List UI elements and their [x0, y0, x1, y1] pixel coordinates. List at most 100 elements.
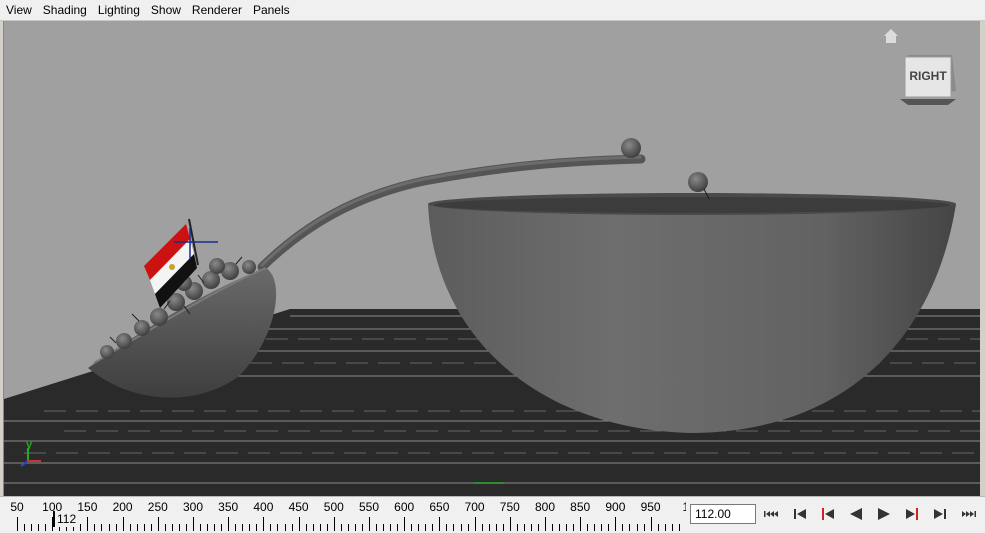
timeline-tick: [94, 524, 95, 531]
timeline-tick: [362, 524, 363, 531]
timeline-tick-label: 200: [113, 500, 133, 514]
current-frame-field[interactable]: [690, 504, 756, 524]
step-forward-frame-button[interactable]: [900, 503, 924, 525]
timeline-tick: [101, 524, 102, 531]
timeline-tick: [482, 524, 483, 531]
timeline-tick: [651, 517, 652, 531]
timeline-tick-label: 900: [605, 500, 625, 514]
timeline-tick-label: 400: [253, 500, 273, 514]
timeline-tick: [306, 524, 307, 531]
timeline-tick: [573, 524, 574, 531]
timeline-tick: [580, 517, 581, 531]
play-forward-button[interactable]: [872, 503, 896, 525]
step-back-key-button[interactable]: [788, 503, 812, 525]
timeline-tick: [397, 524, 398, 531]
timeline-tick: [369, 517, 370, 531]
timeline-tick: [439, 517, 440, 531]
go-to-end-icon: [959, 509, 977, 519]
step-back-frame-button[interactable]: [816, 503, 840, 525]
timeline-tick: [376, 524, 377, 531]
timeline-tick-label: 800: [535, 500, 555, 514]
timeline-tick-label: 450: [289, 500, 309, 514]
menu-show[interactable]: Show: [151, 3, 181, 17]
timeline-tick: [679, 524, 680, 531]
menu-shading[interactable]: Shading: [43, 3, 87, 17]
timeline-tick: [566, 524, 567, 531]
menu-renderer[interactable]: Renderer: [192, 3, 242, 17]
timeline-tick: [320, 524, 321, 531]
step-back-key-icon: [791, 507, 809, 521]
timeline-tick: [179, 524, 180, 531]
play-backward-button[interactable]: [844, 503, 868, 525]
timeline-tick: [355, 524, 356, 531]
3d-viewport[interactable]: y RIGHT: [3, 21, 980, 496]
scene-render: y RIGHT: [4, 21, 980, 496]
timeline-tick: [263, 517, 264, 531]
timeline-tick-label: 750: [500, 500, 520, 514]
timeline-tick: [489, 524, 490, 531]
timeline-tick: [503, 524, 504, 531]
timeline-tick: [615, 517, 616, 531]
timeline-tick: [411, 524, 412, 531]
timeline-tick: [109, 524, 110, 531]
menu-lighting[interactable]: Lighting: [98, 3, 140, 17]
timeline-tick: [24, 524, 25, 531]
timeline-tick: [242, 524, 243, 531]
current-frame-marker[interactable]: 112: [53, 511, 77, 527]
timeline-tick-label: 550: [359, 500, 379, 514]
timeline-tick: [545, 517, 546, 531]
timeline-tick: [80, 524, 81, 531]
timeline-tick: [123, 517, 124, 531]
play-backward-icon: [847, 507, 865, 521]
timeline-tick-label: 350: [218, 500, 238, 514]
timeline-tick: [200, 524, 201, 531]
sphere-on-handle: [621, 138, 641, 158]
timeline-tick: [559, 524, 560, 531]
timeline-tick: [341, 524, 342, 531]
timeline-tick-label: 650: [429, 500, 449, 514]
menu-view[interactable]: View: [6, 3, 32, 17]
timeline-tick: [665, 524, 666, 531]
step-forward-key-icon: [931, 507, 949, 521]
timeline-tick: [38, 524, 39, 531]
home-icon[interactable]: [884, 29, 898, 43]
timeline-tick: [249, 524, 250, 531]
timeline-tick: [475, 517, 476, 531]
timeline-tick: [186, 524, 187, 531]
timeline-tick: [285, 524, 286, 531]
timeline-tick: [496, 524, 497, 531]
time-ruler[interactable]: 5010015020025030035040045050055060065070…: [0, 497, 686, 534]
timeline-tick: [425, 524, 426, 531]
timeline-tick: [461, 524, 462, 531]
timeline-tick: [594, 524, 595, 531]
timeline-tick-label: 1: [682, 500, 686, 514]
axis-label-y: y: [26, 439, 33, 451]
timeline-tick: [165, 524, 166, 531]
timeline-tick: [622, 524, 623, 531]
timeline-tick: [193, 517, 194, 531]
timeline-tick: [144, 524, 145, 531]
play-forward-icon: [875, 507, 893, 521]
timeline-tick: [390, 524, 391, 531]
timeline-tick: [510, 517, 511, 531]
view-cube[interactable]: RIGHT: [900, 55, 956, 105]
timeline-tick: [637, 524, 638, 531]
sphere-on-bowl: [688, 172, 708, 192]
timeline-tick: [313, 524, 314, 531]
menu-panels[interactable]: Panels: [253, 3, 290, 17]
step-back-frame-icon: [819, 507, 837, 521]
timeline-tick: [468, 524, 469, 531]
timeline-tick: [383, 524, 384, 531]
go-to-end-button[interactable]: [956, 503, 980, 525]
time-slider[interactable]: 5010015020025030035040045050055060065070…: [0, 496, 985, 533]
timeline-tick: [629, 524, 630, 531]
timeline-tick-label: 500: [324, 500, 344, 514]
timeline-tick: [432, 524, 433, 531]
timeline-tick: [644, 524, 645, 531]
timeline-tick: [207, 524, 208, 531]
timeline-tick: [31, 524, 32, 531]
timeline-tick: [517, 524, 518, 531]
go-to-start-button[interactable]: [760, 503, 784, 525]
step-forward-key-button[interactable]: [928, 503, 952, 525]
timeline-tick: [531, 524, 532, 531]
